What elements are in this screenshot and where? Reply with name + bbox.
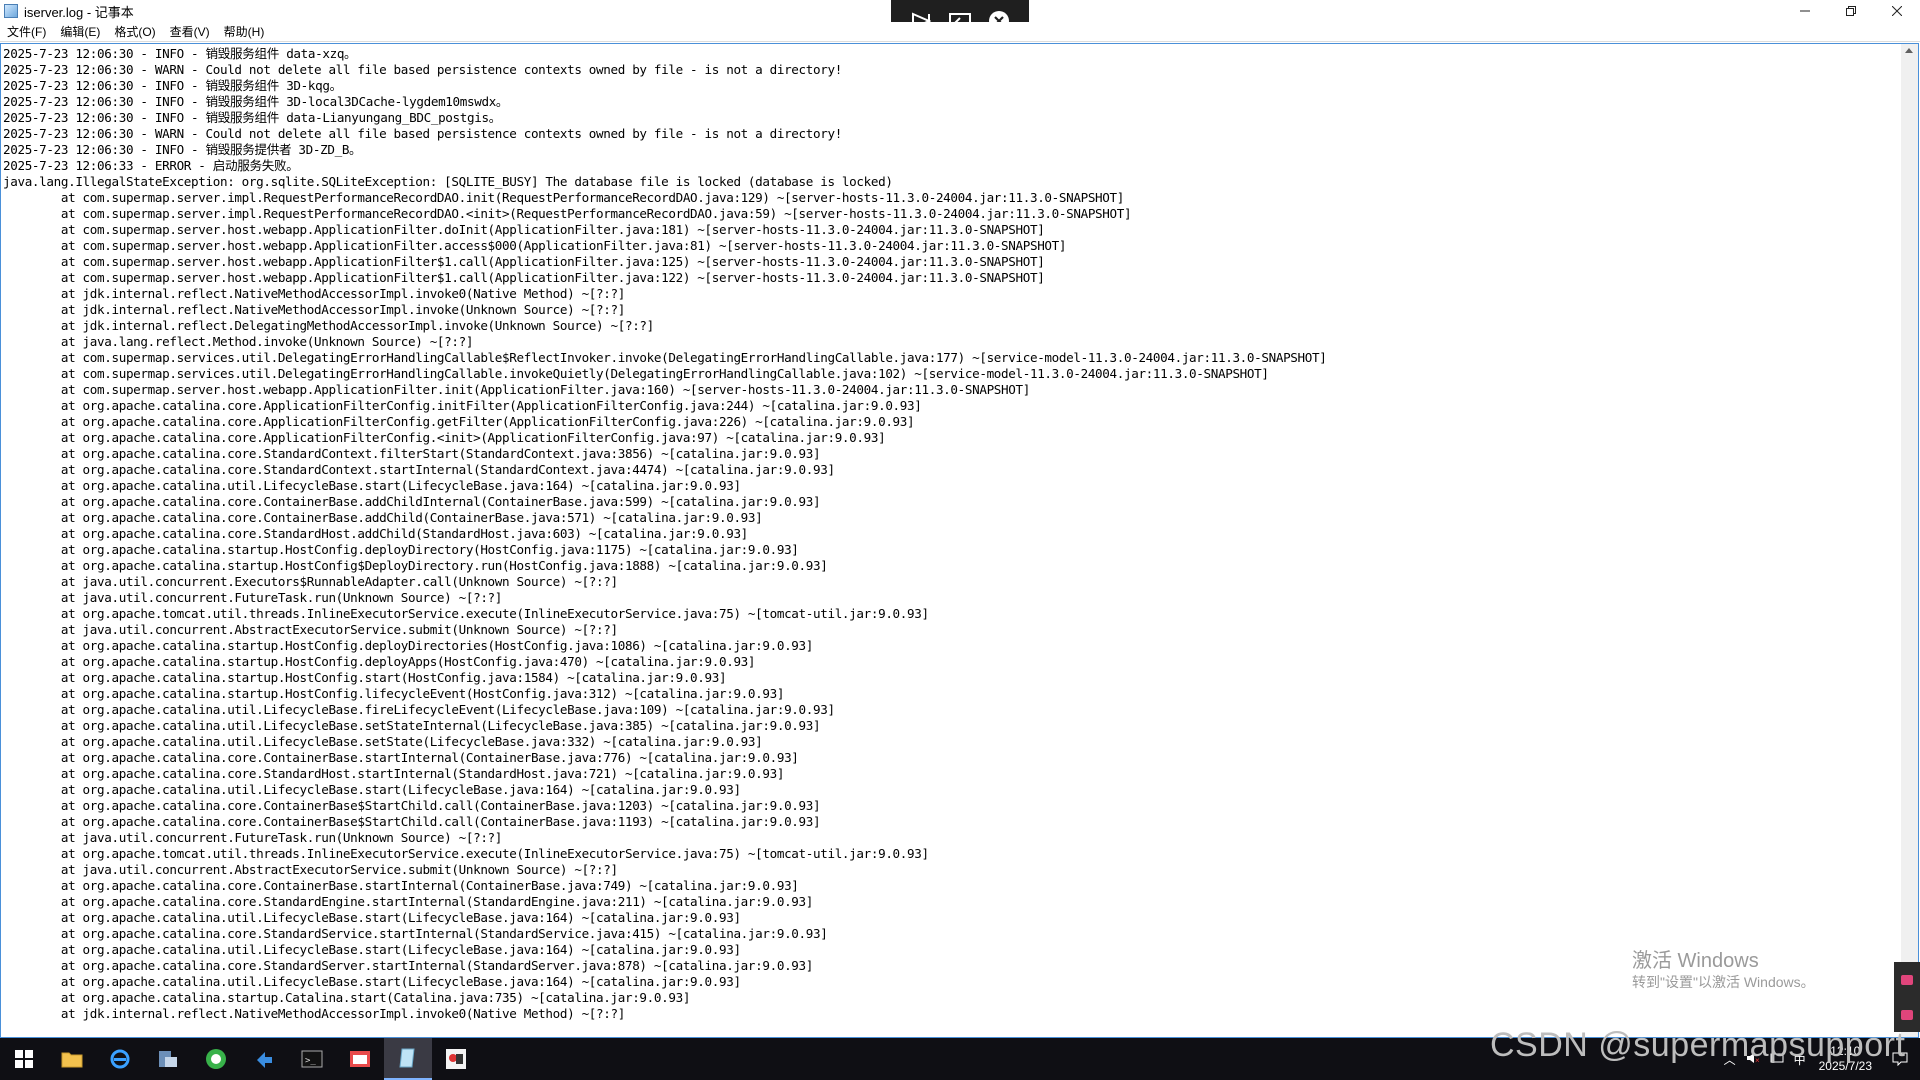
server-manager-icon [159, 1051, 177, 1067]
activate-windows-subtitle: 转到"设置"以激活 Windows。 [1632, 974, 1815, 990]
minimize-button[interactable] [1782, 0, 1828, 22]
close-icon [1892, 6, 1902, 16]
menu-file[interactable]: 文件(F) [0, 23, 53, 40]
csdn-watermark: CSDN @supermapsupport [1490, 1026, 1906, 1064]
taskbar-server-manager[interactable] [144, 1038, 192, 1080]
blue-arrow-icon [257, 1052, 272, 1068]
notepad-icon [399, 1048, 415, 1068]
menu-help[interactable]: 帮助(H) [217, 23, 272, 40]
menu-view[interactable]: 查看(V) [163, 23, 217, 40]
minimize-icon [1800, 10, 1810, 12]
svg-text:>_: >_ [305, 1056, 316, 1066]
menu-edit[interactable]: 编辑(E) [53, 23, 107, 40]
notepad-icon [4, 4, 18, 18]
vertical-scrollbar[interactable] [1901, 44, 1918, 1037]
pinned-app-icon[interactable] [1901, 974, 1913, 985]
internet-explorer-icon [110, 1049, 130, 1069]
menu-format[interactable]: 格式(O) [107, 23, 162, 40]
taskbar-red-window-app[interactable] [336, 1038, 384, 1080]
taskbar-command-prompt[interactable]: >_ [288, 1038, 336, 1080]
side-pinned-strip [1894, 962, 1920, 1032]
windows-logo-icon [15, 1050, 33, 1068]
pinned-app-icon[interactable] [1901, 1009, 1913, 1020]
folder-icon [61, 1052, 83, 1068]
green-app-icon [206, 1049, 226, 1069]
taskbar-blue-arrow-app[interactable] [240, 1038, 288, 1080]
desktop: iserver.log - 记事本 文件(F) 编辑(E) 格式(O) 查看(V… [0, 0, 1920, 1080]
taskbar-green-app[interactable] [192, 1038, 240, 1080]
text-editor[interactable]: 2025-7-23 12:06:30 - INFO - 销毁服务组件 data-… [0, 43, 1919, 1038]
start-button[interactable] [0, 1038, 48, 1080]
taskbar-paint-app[interactable] [432, 1038, 480, 1080]
restore-icon [1846, 6, 1856, 16]
taskbar-file-explorer[interactable] [48, 1038, 96, 1080]
close-button[interactable] [1874, 0, 1920, 22]
paint-icon [446, 1049, 466, 1069]
scroll-up-icon[interactable] [1905, 48, 1913, 53]
activate-windows-title: 激活 Windows [1632, 950, 1759, 972]
window-title: iserver.log - 记事本 [24, 4, 134, 20]
red-window-icon [350, 1051, 370, 1067]
taskbar-notepad[interactable] [384, 1038, 432, 1080]
window-controls [1782, 0, 1920, 22]
menu-bar: 文件(F) 编辑(E) 格式(O) 查看(V) 帮助(H) [0, 22, 1920, 42]
restore-button[interactable] [1828, 0, 1874, 22]
log-content[interactable]: 2025-7-23 12:06:30 - INFO - 销毁服务组件 data-… [3, 46, 1893, 1022]
terminal-icon: >_ [301, 1050, 323, 1068]
taskbar-internet-explorer[interactable] [96, 1038, 144, 1080]
